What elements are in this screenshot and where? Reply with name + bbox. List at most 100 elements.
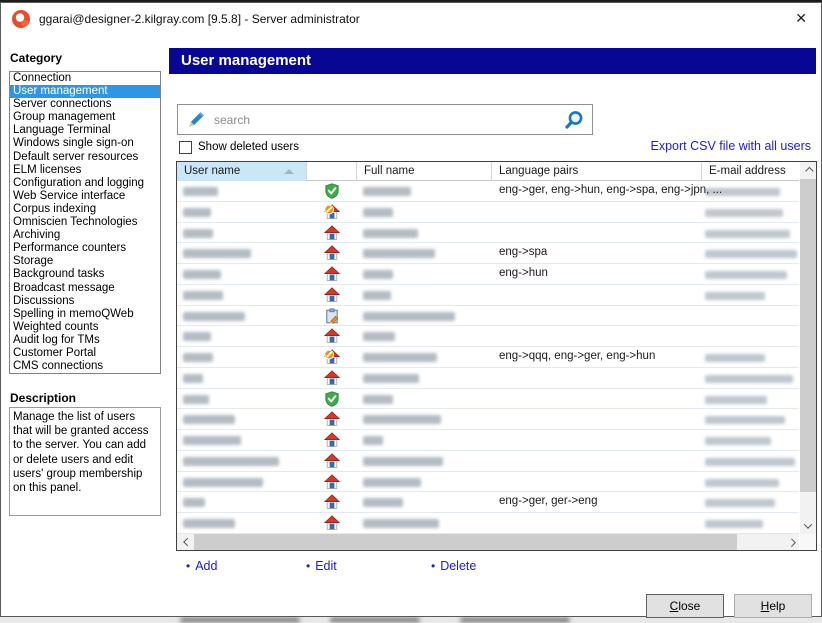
redacted-text: [363, 353, 437, 362]
column-header-full-name[interactable]: Full name: [357, 162, 492, 181]
redacted-text: [363, 270, 393, 279]
redacted-text: [363, 291, 391, 300]
table-row[interactable]: [177, 285, 799, 306]
show-deleted-users-row: Show deleted users: [179, 140, 299, 154]
sidebar-item[interactable]: ELM licenses: [10, 164, 160, 177]
sidebar-item[interactable]: Customer Portal: [10, 347, 160, 360]
sidebar-item[interactable]: Discussions: [10, 295, 160, 308]
scroll-left-icon[interactable]: [177, 534, 194, 550]
column-header-language-pairs[interactable]: Language pairs: [492, 162, 702, 181]
redacted-text: [183, 457, 279, 466]
house-blocked-icon: [324, 349, 340, 365]
scroll-down-icon[interactable]: [800, 517, 816, 534]
scrollbar-corner: [800, 534, 816, 550]
help-button[interactable]: Help: [734, 594, 812, 618]
redacted-text: [183, 395, 209, 404]
sidebar-item[interactable]: User management: [10, 85, 160, 98]
vertical-scroll-thumb[interactable]: [800, 179, 816, 492]
redacted-text: [705, 354, 765, 362]
search-input[interactable]: search: [177, 104, 593, 135]
sidebar-item[interactable]: Broadcast message: [10, 282, 160, 295]
table-row[interactable]: eng->hun: [177, 264, 799, 285]
table-row[interactable]: eng->spa: [177, 243, 799, 264]
shield-check-icon: [324, 391, 340, 407]
sidebar-item[interactable]: Default server resources: [10, 151, 160, 164]
redacted-text: [363, 415, 441, 424]
sidebar-item[interactable]: Audit log for TMs: [10, 334, 160, 347]
redacted-text: [183, 498, 205, 507]
redacted-text: [363, 395, 393, 404]
sidebar-item[interactable]: Archiving: [10, 229, 160, 242]
table-row[interactable]: [177, 389, 799, 410]
show-deleted-users-checkbox[interactable]: [179, 141, 192, 154]
table-row[interactable]: [177, 306, 799, 327]
house-icon: [324, 287, 340, 303]
table-row[interactable]: [177, 223, 799, 244]
vertical-scrollbar[interactable]: [800, 162, 816, 534]
bullet-icon: •: [306, 559, 310, 573]
redacted-text: [705, 209, 783, 217]
column-header-email-address[interactable]: E-mail address: [702, 162, 799, 181]
table-row[interactable]: eng->qqq, eng->ger, eng->hun: [177, 347, 799, 368]
edit-link[interactable]: •Edit: [306, 559, 337, 573]
redacted-text: [183, 415, 235, 424]
house-icon: [324, 515, 340, 531]
horizontal-scroll-thumb[interactable]: [194, 534, 737, 550]
redacted-text: [363, 478, 421, 487]
sidebar-item[interactable]: Server connections: [10, 98, 160, 111]
search-icon[interactable]: [563, 109, 585, 131]
redacted-text: [705, 520, 763, 528]
redacted-text: [705, 396, 767, 404]
table-row[interactable]: eng->ger, ger->eng: [177, 492, 799, 513]
table-row[interactable]: [177, 202, 799, 223]
sidebar-item[interactable]: CMS connections: [10, 360, 160, 373]
sidebar-item[interactable]: Performance counters: [10, 242, 160, 255]
scroll-right-icon[interactable]: [782, 534, 799, 550]
export-csv-link[interactable]: Export CSV file with all users: [651, 139, 811, 153]
close-button[interactable]: Close: [646, 594, 724, 618]
horizontal-scrollbar[interactable]: [177, 534, 799, 550]
sidebar-item[interactable]: Background tasks: [10, 268, 160, 281]
redacted-text: [705, 458, 795, 466]
table-row[interactable]: [177, 326, 799, 347]
sidebar-item[interactable]: Corpus indexing: [10, 203, 160, 216]
redacted-text: [705, 292, 765, 300]
table-row[interactable]: [177, 513, 799, 534]
description-text: Manage the list of users that will be gr…: [9, 407, 161, 516]
table-row[interactable]: [177, 409, 799, 430]
delete-link[interactable]: •Delete: [431, 559, 476, 573]
table-row[interactable]: eng->ger, eng->hun, eng->spa, eng->jpn, …: [177, 181, 799, 202]
close-icon[interactable]: ✕: [795, 10, 807, 27]
scroll-up-icon[interactable]: [800, 162, 816, 179]
sidebar-item[interactable]: Weighted counts: [10, 321, 160, 334]
column-header-user-name[interactable]: User name: [177, 162, 307, 181]
table-row[interactable]: [177, 451, 799, 472]
shield-check-icon: [324, 183, 340, 199]
title-bar[interactable]: ggarai@designer-2.kilgray.com [9.5.8] - …: [1, 3, 821, 35]
sidebar-item[interactable]: Omniscien Technologies: [10, 216, 160, 229]
sidebar-item[interactable]: Windows single sign-on: [10, 137, 160, 150]
user-table: User name Full name Language pairs E-mai…: [176, 161, 817, 551]
redacted-text: [705, 416, 785, 424]
redacted-text: [705, 437, 771, 445]
table-row[interactable]: [177, 430, 799, 451]
redacted-text: [363, 312, 455, 321]
category-label: Category: [10, 51, 62, 65]
sort-ascending-icon: [284, 169, 294, 174]
sidebar-item[interactable]: Language Terminal: [10, 124, 160, 137]
table-row[interactable]: [177, 472, 799, 493]
redacted-text: [183, 187, 218, 196]
redacted-text: [363, 436, 383, 445]
sidebar-item[interactable]: Spelling in memoQWeb: [10, 308, 160, 321]
sidebar-item[interactable]: Web Service interface: [10, 190, 160, 203]
sidebar-item[interactable]: Group management: [10, 111, 160, 124]
add-link[interactable]: •Add: [186, 559, 217, 573]
bullet-icon: •: [431, 559, 435, 573]
sidebar-item[interactable]: Connection: [10, 72, 160, 85]
table-row[interactable]: [177, 368, 799, 389]
memoq-logo-icon: [11, 9, 31, 29]
column-header-icon[interactable]: [307, 162, 357, 181]
sidebar-item[interactable]: Storage: [10, 255, 160, 268]
category-listbox[interactable]: ConnectionUser managementServer connecti…: [9, 71, 161, 374]
sidebar-item[interactable]: Configuration and logging: [10, 177, 160, 190]
